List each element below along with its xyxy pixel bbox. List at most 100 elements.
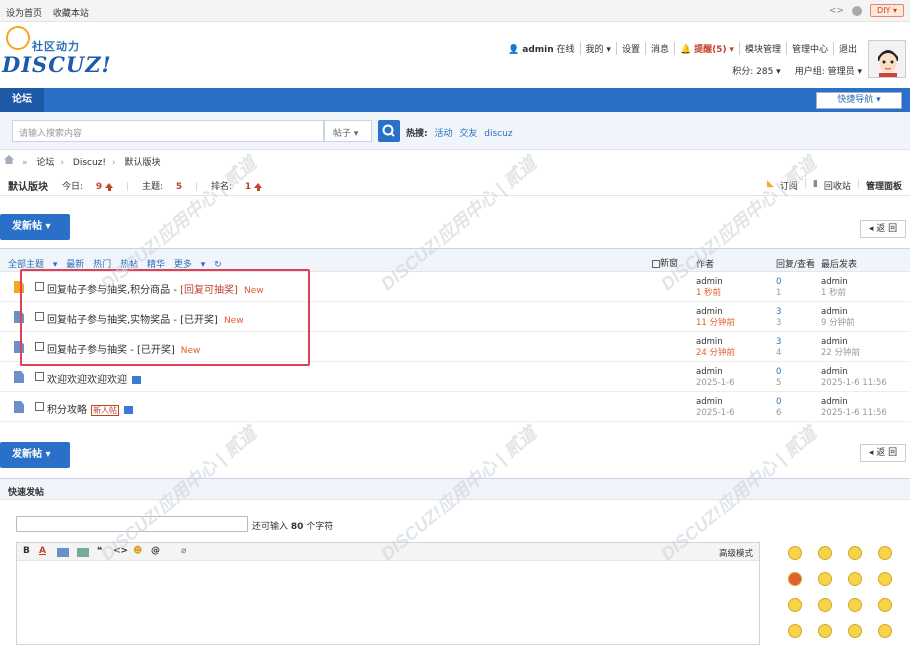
- last-date[interactable]: 2025-1-6 11:56: [821, 408, 887, 419]
- smiley-icon[interactable]: [818, 546, 832, 560]
- thread-title[interactable]: 积分攻略: [47, 405, 87, 416]
- admin-center-link[interactable]: 管理中心: [787, 42, 834, 55]
- hot-search-item[interactable]: discuz: [484, 129, 512, 139]
- thread-title[interactable]: 回复帖子参与抽奖 - [已开奖]: [47, 345, 175, 356]
- video-icon[interactable]: [77, 548, 89, 557]
- smiley-icon[interactable]: [788, 624, 802, 638]
- recycle-link[interactable]: 回收站: [824, 179, 851, 192]
- search-input[interactable]: 请输入搜索内容: [12, 120, 324, 142]
- author-link[interactable]: admin: [696, 367, 735, 378]
- back-button[interactable]: ◂ 返 回: [860, 220, 906, 238]
- last-date[interactable]: 22 分钟前: [821, 348, 860, 359]
- last-author[interactable]: admin: [821, 277, 848, 288]
- filter-hot-thread[interactable]: 热帖: [120, 260, 138, 270]
- logout-link[interactable]: 退出: [834, 42, 862, 55]
- image-icon[interactable]: [57, 548, 69, 557]
- breadcrumb-item[interactable]: 默认版块: [124, 158, 160, 168]
- smiley-icon[interactable]: [878, 598, 892, 612]
- filter-hot[interactable]: 热门: [93, 260, 111, 270]
- editor[interactable]: B A ❝ <> ☻ @ ⌀ 高级模式: [16, 542, 760, 645]
- smiley-icon[interactable]: [788, 598, 802, 612]
- bold-icon[interactable]: B: [23, 546, 30, 556]
- new-thread-button[interactable]: 发新帖 ▾: [0, 442, 70, 468]
- smiley-icon[interactable]: [878, 546, 892, 560]
- code-icon[interactable]: <>: [113, 546, 128, 556]
- reply-count[interactable]: 3: [776, 307, 781, 318]
- mine-menu[interactable]: 我的 ▾: [581, 42, 617, 55]
- last-author[interactable]: admin: [821, 367, 887, 378]
- smiley-icon[interactable]: [878, 572, 892, 586]
- new-thread-button[interactable]: 发新帖 ▾: [0, 214, 70, 240]
- author-link[interactable]: admin: [696, 397, 735, 408]
- block-mgmt-link[interactable]: 模块管理: [740, 42, 787, 55]
- smiley-icon[interactable]: [788, 546, 802, 560]
- quote-icon[interactable]: ❝: [97, 546, 102, 556]
- filter-digest[interactable]: 精华: [147, 260, 165, 270]
- table-row[interactable]: 欢迎欢迎欢迎欢迎 admin 2025-1-6 05 admin 2025-1-6 …: [0, 362, 910, 392]
- credits-menu[interactable]: 积分: 285 ▾: [732, 64, 780, 77]
- author-link[interactable]: admin: [696, 277, 723, 288]
- manage-panel-link[interactable]: 管理面板: [866, 179, 902, 192]
- home-icon[interactable]: [4, 155, 14, 164]
- table-row[interactable]: 回复帖子参与抽奖 - [已开奖] New admin 24 分钟前 34 admin…: [0, 332, 910, 362]
- filter-latest[interactable]: 最新: [66, 260, 84, 270]
- smiley-icon[interactable]: [818, 572, 832, 586]
- diy-button[interactable]: DIY ▾: [870, 4, 904, 17]
- code-icon[interactable]: <>: [829, 6, 844, 16]
- new-window-toggle[interactable]: 新窗: [652, 256, 678, 269]
- author-link[interactable]: admin: [696, 337, 735, 348]
- settings-link[interactable]: 设置: [617, 42, 646, 55]
- smiley-icon[interactable]: [848, 546, 862, 560]
- smiley-icon[interactable]: [848, 572, 862, 586]
- search-type-select[interactable]: 帖子 ▾: [324, 120, 372, 142]
- hot-search-item[interactable]: 活动: [434, 129, 452, 139]
- hot-search-item[interactable]: 交友: [459, 129, 477, 139]
- usergroup-menu[interactable]: 用户组: 管理员 ▾: [795, 64, 862, 77]
- nav-tab-forum[interactable]: 论坛: [0, 88, 44, 112]
- smiley-icon[interactable]: [818, 598, 832, 612]
- bookmark-link[interactable]: 收藏本站: [53, 9, 89, 19]
- last-author[interactable]: admin: [821, 307, 855, 318]
- font-color-icon[interactable]: A: [39, 546, 46, 556]
- smiley-icon[interactable]: [878, 624, 892, 638]
- reply-count[interactable]: 0: [776, 367, 781, 378]
- table-row[interactable]: 回复帖子参与抽奖,实物奖品 - [已开奖] New admin 11 分钟前 33 …: [0, 302, 910, 332]
- thread-title[interactable]: 回复帖子参与抽奖,积分商品 -: [47, 285, 180, 296]
- smiley-icon[interactable]: [788, 572, 802, 586]
- subject-input[interactable]: [16, 516, 248, 532]
- skin-icon[interactable]: [852, 5, 863, 16]
- quick-nav-button[interactable]: 快捷导航 ▾: [816, 92, 902, 109]
- thread-checkbox[interactable]: [35, 342, 44, 351]
- user-item[interactable]: 👤 admin 在线: [503, 42, 581, 55]
- last-date[interactable]: 2025-1-6 11:56: [821, 378, 887, 389]
- reply-count[interactable]: 0: [776, 277, 781, 288]
- site-logo[interactable]: 社区动力 DISCUZ!: [2, 26, 112, 77]
- breadcrumb-item[interactable]: 论坛: [36, 158, 54, 168]
- last-author[interactable]: admin: [821, 337, 860, 348]
- smiley-icon[interactable]: [848, 624, 862, 638]
- smiley-icon[interactable]: [848, 598, 862, 612]
- thread-title[interactable]: 欢迎欢迎欢迎欢迎: [47, 375, 127, 386]
- reply-count[interactable]: 0: [776, 397, 781, 408]
- table-row[interactable]: 回复帖子参与抽奖,积分商品 - [回复可抽奖] New admin 1 秒前 01 …: [0, 272, 910, 302]
- thread-title[interactable]: 回复帖子参与抽奖,实物奖品 - [已开奖]: [47, 315, 218, 326]
- last-author[interactable]: admin: [821, 397, 887, 408]
- attachment-icon[interactable]: ⌀: [181, 546, 186, 556]
- back-button[interactable]: ◂ 返 回: [860, 444, 906, 462]
- last-date[interactable]: 9 分钟前: [821, 318, 855, 329]
- author-link[interactable]: admin: [696, 307, 735, 318]
- filter-all[interactable]: 全部主题 ▾: [8, 260, 57, 270]
- search-button[interactable]: [378, 120, 400, 142]
- filter-more[interactable]: 更多 ▾: [174, 260, 205, 270]
- messages-link[interactable]: 消息: [646, 42, 675, 55]
- thread-checkbox[interactable]: [35, 282, 44, 291]
- smiley-icon[interactable]: [818, 624, 832, 638]
- remind-menu[interactable]: 🔔 提醒(5) ▾: [675, 42, 740, 55]
- refresh-icon[interactable]: ↻: [214, 260, 222, 270]
- advanced-mode-link[interactable]: 高级模式: [719, 547, 753, 559]
- thread-checkbox[interactable]: [35, 402, 44, 411]
- smiley-icon[interactable]: ☻: [133, 546, 142, 556]
- thread-checkbox[interactable]: [35, 312, 44, 321]
- table-row[interactable]: 积分攻略 新人帖 admin 2025-1-6 06 admin 2025-1-6 1…: [0, 392, 910, 422]
- reply-count[interactable]: 3: [776, 337, 781, 348]
